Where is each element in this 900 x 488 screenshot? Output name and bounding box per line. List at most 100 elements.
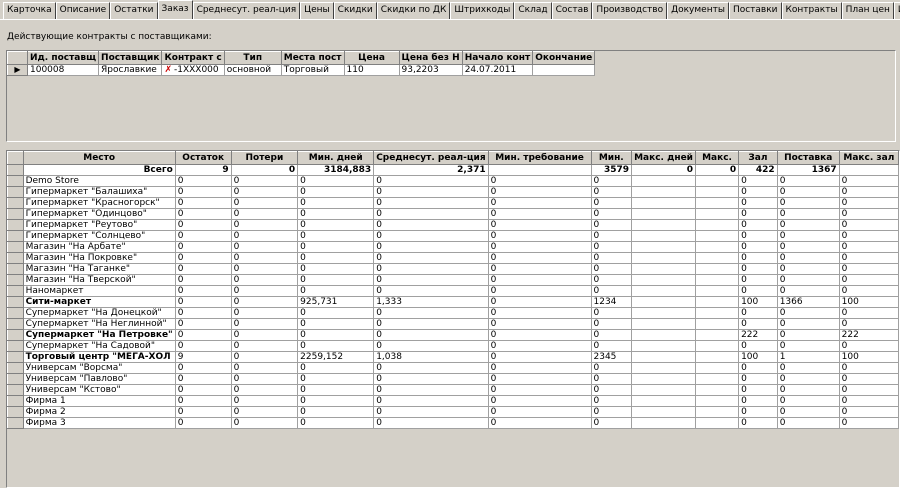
stock-cell-rest[interactable]: 0: [174, 197, 232, 209]
stock-cell-supply[interactable]: 0: [776, 384, 840, 396]
stock-cell-min[interactable]: 0: [590, 417, 633, 429]
stock-cell-place[interactable]: Торговый центр "МЕГА-ХОЛ: [22, 351, 176, 363]
stock-cell-max_days[interactable]: [631, 329, 696, 341]
stock-cell-loss[interactable]: 0: [230, 197, 299, 209]
stock-cell-supply[interactable]: 0: [776, 406, 840, 418]
stock-cell-max_hall[interactable]: 0: [838, 252, 899, 264]
stock-row[interactable]: Demo Store 0 0 0 0 0 0 0 0 0: [7, 175, 899, 187]
stock-cell-hall[interactable]: 222: [738, 329, 778, 341]
stock-cell-rest[interactable]: 0: [174, 406, 232, 418]
stock-cell-min_days[interactable]: 2259,152: [297, 351, 375, 363]
stock-cell-min[interactable]: 0: [590, 362, 633, 374]
stock-cell-hall[interactable]: 0: [738, 406, 778, 418]
stock-cell-avg[interactable]: 0: [373, 307, 489, 319]
stock-cell-avg[interactable]: 0: [373, 252, 489, 264]
stock-cell-max_days[interactable]: [631, 362, 696, 374]
stock-cell-max[interactable]: [694, 230, 740, 242]
stock-cell-min_days[interactable]: 0: [297, 285, 375, 297]
stock-cell-hall[interactable]: 0: [738, 197, 778, 209]
stock-cell-max[interactable]: [694, 329, 740, 341]
stock-cell-place[interactable]: Магазин "На Покровке": [22, 252, 176, 264]
stock-cell-loss[interactable]: 0: [230, 186, 299, 198]
stock-cell-min[interactable]: 0: [590, 373, 633, 385]
stock-cell-max[interactable]: [694, 296, 740, 308]
stock-cell-loss[interactable]: 0: [230, 274, 299, 286]
stock-cell-avg[interactable]: 0: [373, 406, 489, 418]
stock-cell-max_hall[interactable]: 100: [838, 351, 899, 363]
stock-cell-max[interactable]: [694, 208, 740, 220]
row-indicator[interactable]: [7, 241, 24, 253]
tab-12[interactable]: Документы: [667, 2, 729, 19]
stock-cell-min_req[interactable]: 0: [487, 208, 592, 220]
tab-1[interactable]: Описание: [55, 2, 111, 19]
stock-cell-hall[interactable]: 100: [738, 351, 778, 363]
row-indicator[interactable]: [7, 362, 24, 374]
stock-cell-hall[interactable]: 0: [738, 373, 778, 385]
stock-cell-min[interactable]: 0: [590, 230, 633, 242]
row-indicator[interactable]: [7, 274, 24, 286]
stock-cell-max[interactable]: [694, 252, 740, 264]
stock-cell-place[interactable]: Супермаркет "На Садовой": [22, 340, 176, 352]
stock-row[interactable]: Супермаркет "На Садовой" 0 0 0 0 0 0 0 0 0: [7, 340, 899, 352]
stock-cell-rest[interactable]: 0: [174, 263, 232, 275]
stock-cell-max_days[interactable]: [631, 175, 696, 187]
stock-grid[interactable]: Место Остаток Потери Мин. дней Среднесут. ре…: [6, 150, 900, 488]
stock-cell-avg[interactable]: 0: [373, 285, 489, 297]
stock-cell-max_hall[interactable]: 0: [838, 241, 899, 253]
stock-cell-max_days[interactable]: [631, 274, 696, 286]
contract-row[interactable]: ▶ 100008 Ярославкие ✗ -1XXX000 основной Торгов…: [7, 64, 596, 76]
stock-cell-supply[interactable]: 0: [776, 230, 840, 242]
stock-cell-min[interactable]: 0: [590, 329, 633, 341]
stock-cell-min_req[interactable]: 0: [487, 274, 592, 286]
stock-cell-place[interactable]: Универсам "Кстово": [22, 384, 176, 396]
stock-cell-place[interactable]: Супермаркет "На Неглинной": [22, 318, 176, 330]
row-indicator[interactable]: [7, 186, 24, 198]
contracts-col-header[interactable]: Тип: [223, 51, 282, 65]
stock-cell-avg[interactable]: 0: [373, 384, 489, 396]
stock-cell-min_days[interactable]: 0: [297, 274, 375, 286]
stock-cell-loss[interactable]: 0: [230, 230, 299, 242]
stock-cell-rest[interactable]: 0: [174, 340, 232, 352]
tab-5[interactable]: Цены: [300, 2, 334, 19]
tab-7[interactable]: Скидки по ДК: [376, 2, 451, 19]
stock-row[interactable]: Магазин "На Тверской" 0 0 0 0 0 0 0 0 0: [7, 274, 899, 286]
stock-cell-rest[interactable]: 0: [174, 241, 232, 253]
stock-cell-avg[interactable]: 0: [373, 318, 489, 330]
stock-cell-max[interactable]: [694, 362, 740, 374]
stock-cell-rest[interactable]: 0: [174, 175, 232, 187]
stock-cell-hall[interactable]: 0: [738, 384, 778, 396]
stock-cell-max_hall[interactable]: 0: [838, 373, 899, 385]
contracts-col-header[interactable]: Цена без Н: [398, 51, 463, 65]
stock-cell-rest[interactable]: 0: [174, 186, 232, 198]
stock-cell-supply[interactable]: 0: [776, 340, 840, 352]
stock-cell-min[interactable]: 0: [590, 395, 633, 407]
stock-cell-loss[interactable]: 0: [230, 175, 299, 187]
stock-cell-min[interactable]: 0: [590, 186, 633, 198]
stock-cell-max[interactable]: [694, 417, 740, 429]
stock-cell-hall[interactable]: 0: [738, 274, 778, 286]
stock-cell-max_hall[interactable]: 0: [838, 417, 899, 429]
stock-cell-min_req[interactable]: 0: [487, 351, 592, 363]
stock-cell-min_days[interactable]: 0: [297, 263, 375, 275]
stock-cell-loss[interactable]: 0: [230, 252, 299, 264]
stock-cell-loss[interactable]: 0: [230, 351, 299, 363]
stock-cell-max_days[interactable]: [631, 307, 696, 319]
stock-cell-max_hall[interactable]: 0: [838, 197, 899, 209]
stock-cell-max[interactable]: [694, 351, 740, 363]
stock-cell-supply[interactable]: 0: [776, 186, 840, 198]
stock-cell-loss[interactable]: 0: [230, 329, 299, 341]
stock-cell-min[interactable]: 0: [590, 219, 633, 231]
stock-cell-min_days[interactable]: 0: [297, 175, 375, 187]
stock-cell-hall[interactable]: 0: [738, 241, 778, 253]
stock-cell-rest[interactable]: 0: [174, 417, 232, 429]
stock-cell-min_req[interactable]: 0: [487, 307, 592, 319]
stock-cell-loss[interactable]: 0: [230, 395, 299, 407]
stock-cell-max_hall[interactable]: 0: [838, 208, 899, 220]
row-indicator[interactable]: [7, 285, 24, 297]
row-indicator[interactable]: [7, 307, 24, 319]
stock-cell-max_days[interactable]: [631, 263, 696, 275]
contract-cell-start[interactable]: 24.07.2011: [461, 64, 534, 76]
stock-cell-supply[interactable]: 0: [776, 395, 840, 407]
stock-cell-place[interactable]: Гипермаркет "Реутово": [22, 219, 176, 231]
tab-6[interactable]: Скидки: [333, 2, 377, 19]
